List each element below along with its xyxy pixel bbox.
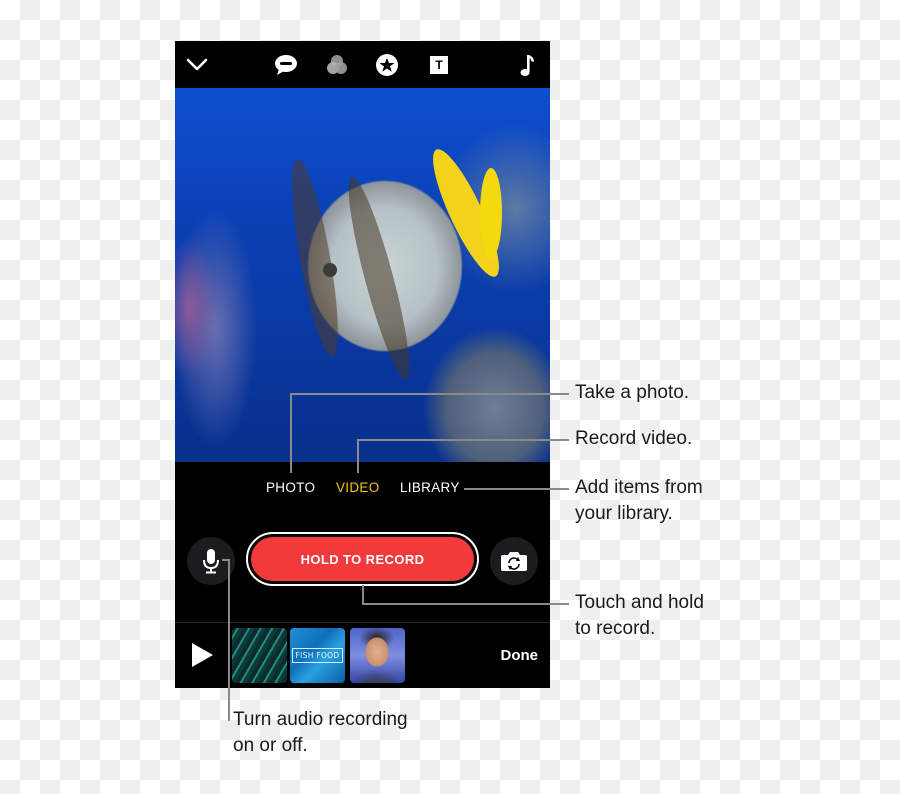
callout-record: Touch and hold to record.	[575, 590, 704, 642]
callout-line-photo-horizontal	[290, 393, 569, 395]
callout-line-video-vertical	[357, 439, 359, 473]
thumbnail-title-text: FISH FOOD	[291, 648, 344, 663]
capture-mode-selector: PHOTO VIDEO LIBRARY	[175, 462, 550, 517]
callout-line-mic-vertical	[228, 559, 230, 721]
callout-mic-line2: on or off.	[233, 735, 308, 756]
callout-record-line2: to record.	[575, 618, 656, 639]
fish-school-thumbnail[interactable]	[232, 628, 287, 683]
done-button[interactable]: Done	[501, 647, 539, 664]
callout-video: Record video.	[575, 428, 693, 449]
callout-library-line1: Add items from	[575, 477, 703, 498]
camera-viewfinder[interactable]	[175, 88, 550, 462]
mode-video[interactable]: VIDEO	[336, 480, 380, 495]
callout-photo: Take a photo.	[575, 382, 690, 403]
text-icon[interactable]: T	[427, 53, 451, 77]
callout-line-library	[464, 488, 569, 490]
selfie-thumbnail[interactable]	[350, 628, 405, 683]
flip-camera-button[interactable]	[490, 537, 538, 585]
callout-library-line2: your library.	[575, 503, 673, 524]
callout-line-video-horizontal	[357, 439, 569, 441]
callout-library: Add items from your library.	[575, 475, 703, 527]
hold-to-record-button[interactable]: HOLD TO RECORD	[246, 532, 479, 586]
callout-line-photo-vertical	[290, 393, 292, 473]
callout-mic-line1: Turn audio recording	[233, 709, 408, 730]
camera-flip-icon	[501, 552, 527, 571]
chevron-down-icon[interactable]	[185, 53, 209, 77]
mode-photo[interactable]: PHOTO	[266, 480, 315, 495]
fish-food-title-thumbnail[interactable]: FISH FOOD	[290, 628, 345, 683]
record-button-label: HOLD TO RECORD	[251, 537, 474, 581]
star-sticker-icon[interactable]	[375, 53, 399, 77]
callout-mic: Turn audio recording on or off.	[233, 707, 408, 759]
top-toolbar: T	[175, 41, 550, 88]
callout-line-record-horizontal	[362, 603, 569, 605]
filters-icon[interactable]	[325, 53, 349, 77]
speech-bubble-icon[interactable]	[274, 53, 298, 77]
play-icon[interactable]	[192, 643, 213, 667]
project-bar: FISH FOOD Done	[175, 623, 550, 688]
music-note-icon[interactable]	[515, 53, 539, 77]
microphone-icon	[203, 549, 219, 574]
mode-library[interactable]: LIBRARY	[400, 480, 460, 495]
callout-record-line1: Touch and hold	[575, 592, 704, 613]
callout-line-record-vertical	[362, 585, 364, 603]
